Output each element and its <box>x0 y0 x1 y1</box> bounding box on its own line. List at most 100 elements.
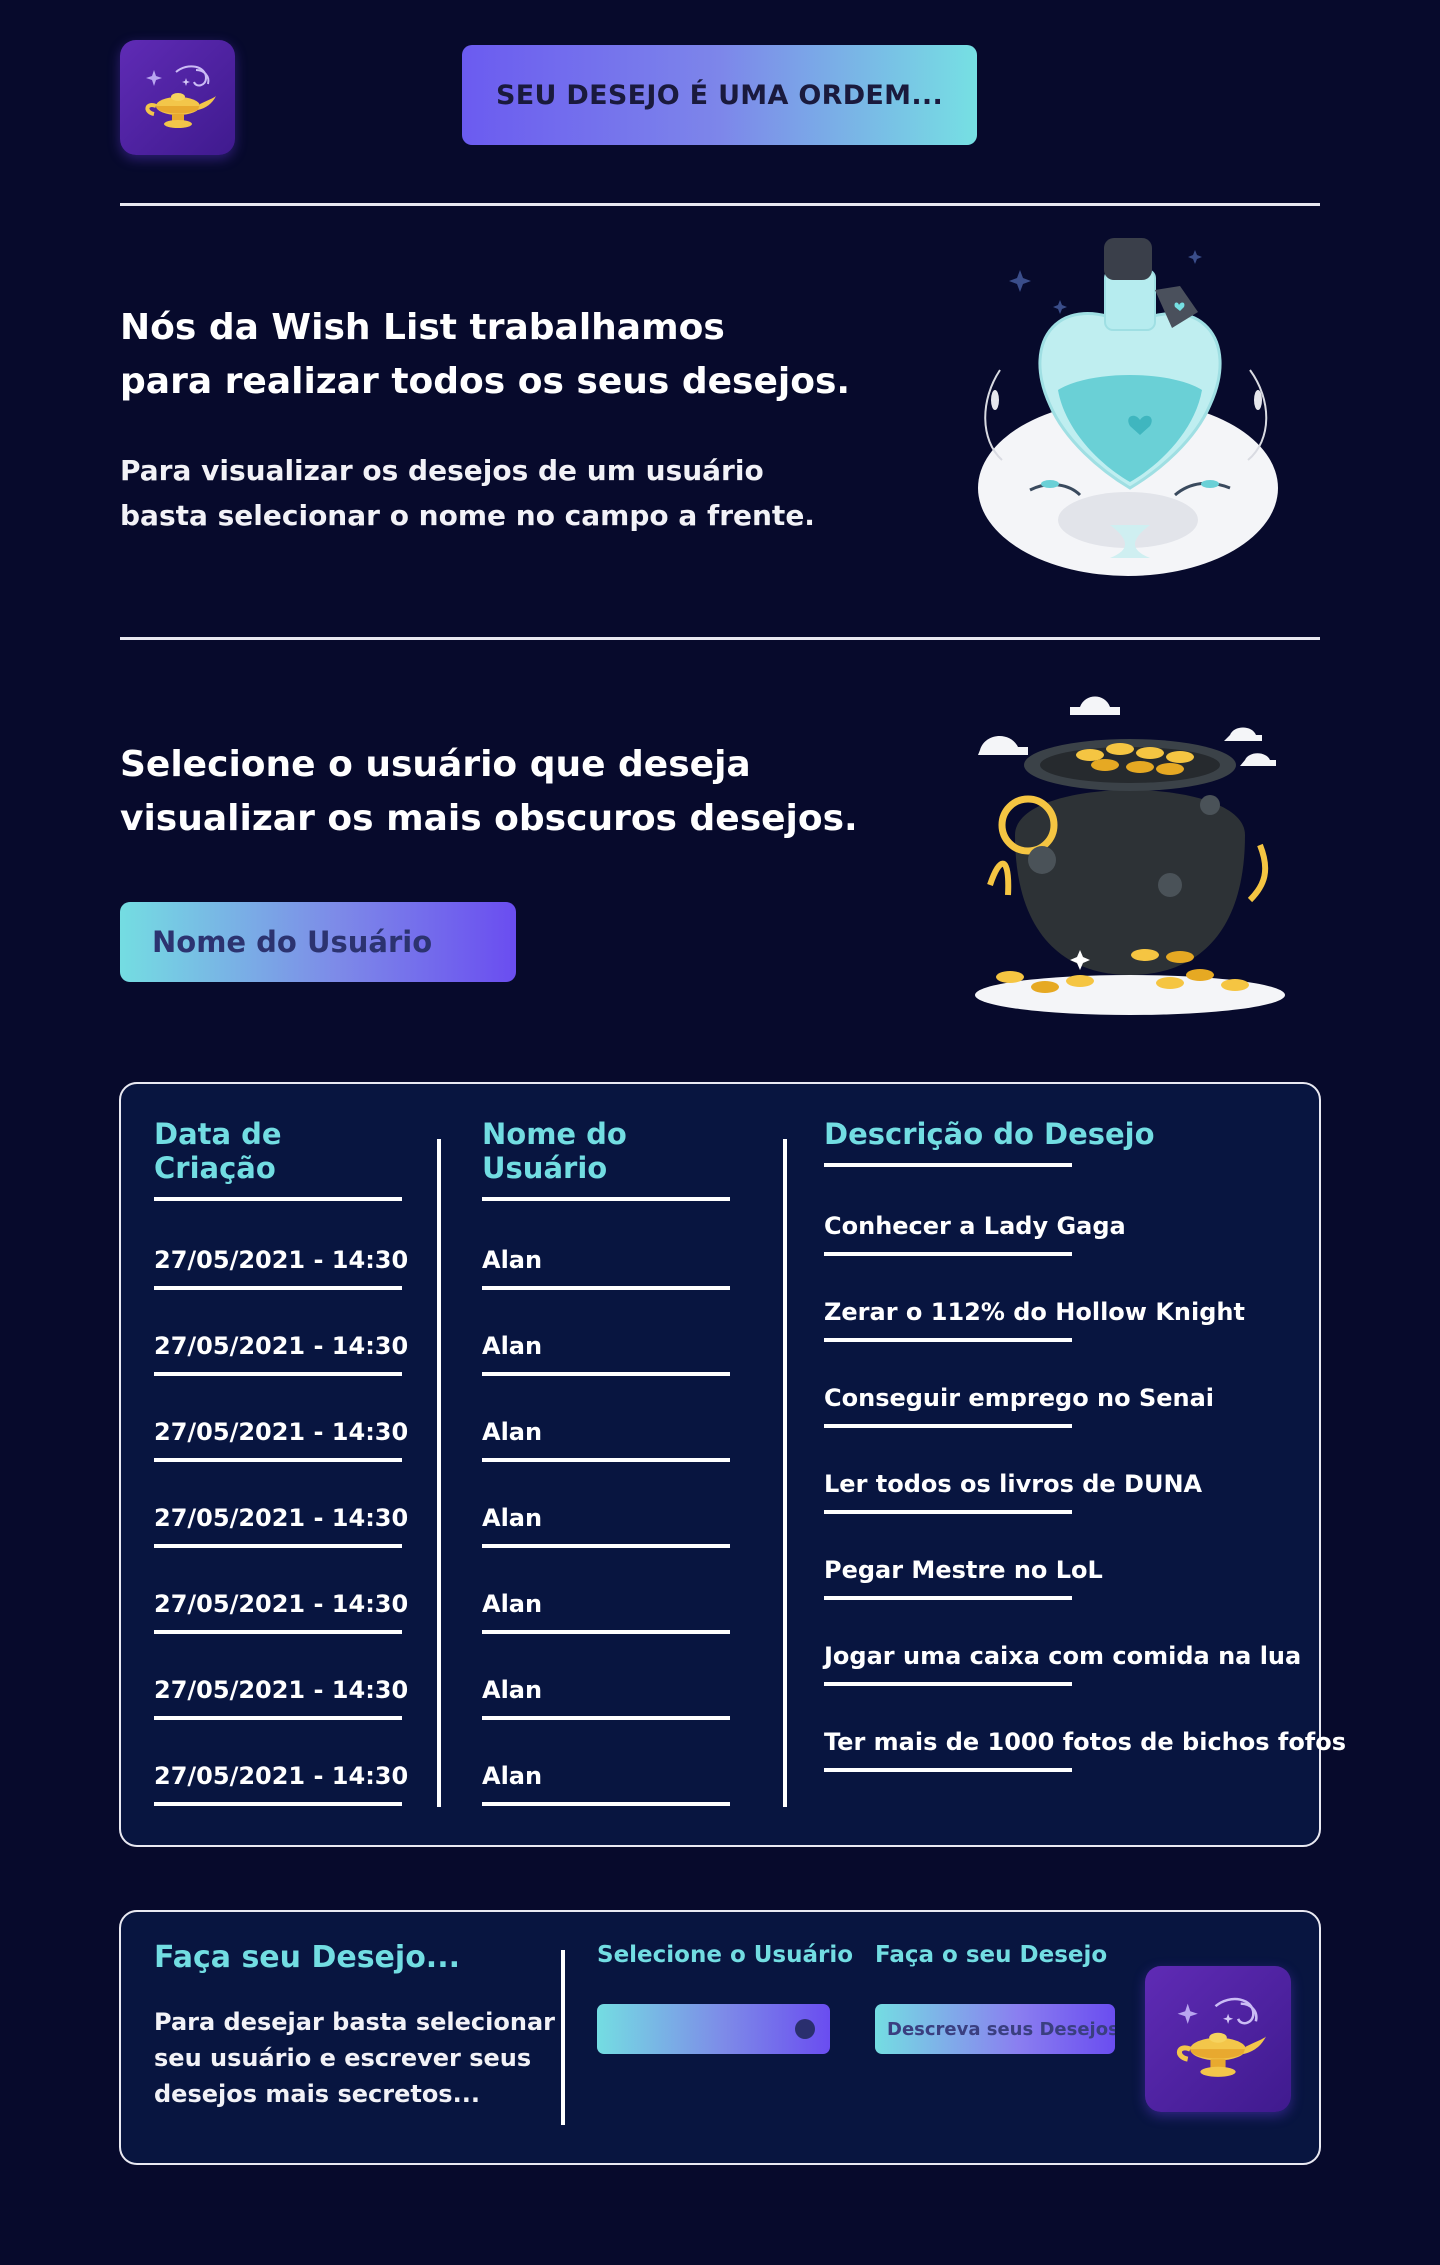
column-user: Nome do Usuário Alan Alan Alan Alan Alan… <box>482 1117 730 1806</box>
table-cell: 27/05/2021 - 14:30 <box>154 1590 409 1634</box>
cell-rule <box>824 1338 1072 1342</box>
select-knob-icon <box>795 2019 815 2039</box>
user-select[interactable]: Nome do Usuário <box>120 902 516 982</box>
cell-date: 27/05/2021 - 14:30 <box>154 1246 409 1274</box>
gold-cauldron-illustration <box>975 696 1285 1015</box>
table-cell: 27/05/2021 - 14:30 <box>154 1504 408 1548</box>
table-cell: Conhecer a Lady Gaga <box>824 1212 1304 1256</box>
table-cell: Alan <box>482 1332 730 1376</box>
cell-rule <box>154 1630 402 1634</box>
column-wish: Descrição do Desejo Conhecer a Lady Gaga… <box>824 1117 1347 1772</box>
header-rule <box>824 1163 1072 1167</box>
cell-user: Alan <box>482 1762 543 1790</box>
cell-rule <box>154 1372 402 1376</box>
table-cell: Pegar Mestre no LoL <box>824 1556 1304 1600</box>
column-header-date: Data de Criação <box>154 1117 282 1185</box>
column-header-user: Nome do Usuário <box>482 1117 627 1185</box>
cell-user: Alan <box>482 1504 543 1532</box>
wishes-table: Data de Criação 27/05/2021 - 14:30 27/05… <box>119 1082 1347 1847</box>
cell-wish: Jogar uma caixa com comida na lua <box>824 1642 1302 1670</box>
table-cell: 27/05/2021 - 14:30 <box>154 1762 409 1806</box>
intro-subtext-line: Para visualizar os desejos de um usuário <box>120 454 764 487</box>
cell-rule <box>482 1458 730 1462</box>
cell-wish: Conseguir emprego no Senai <box>824 1384 1215 1412</box>
wish-form-card: Faça seu Desejo... Para desejar basta se… <box>119 1910 1321 2165</box>
magic-lamp-icon <box>1176 1997 1266 2077</box>
wish-form-text-line: Para desejar basta selecionar <box>154 2008 555 2036</box>
cell-rule <box>824 1596 1072 1600</box>
wish-command-button[interactable]: SEU DESEJO É UMA ORDEM... <box>462 45 977 145</box>
logo[interactable] <box>120 40 235 155</box>
cell-wish: Zerar o 112% do Hollow Knight <box>824 1298 1245 1326</box>
wish-form-text: Para desejar basta selecionar seu usuári… <box>154 2004 555 2112</box>
wish-form-text-line: seu usuário e escrever seus <box>154 2044 532 2072</box>
table-cell: Alan <box>482 1246 730 1290</box>
cell-wish: Ter mais de 1000 fotos de bichos fofos <box>824 1728 1347 1756</box>
potion-bottle-illustration <box>978 238 1278 576</box>
select-headline-line: visualizar os mais obscuros desejos. <box>120 798 858 839</box>
cell-rule <box>154 1286 402 1290</box>
cell-user: Alan <box>482 1332 543 1360</box>
cell-date: 27/05/2021 - 14:30 <box>154 1590 409 1618</box>
table-cell: Ter mais de 1000 fotos de bichos fofos <box>824 1728 1347 1772</box>
magic-lamp-icon <box>145 64 216 128</box>
wish-cells: Conhecer a Lady Gaga Zerar o 112% do Hol… <box>824 1212 1347 1772</box>
form-separator <box>561 1950 565 2125</box>
divider <box>120 637 1320 640</box>
select-headline-line: Selecione o usuário que deseja <box>120 744 751 785</box>
intro-headline: Nós da Wish List trabalhamos para realiz… <box>120 301 850 409</box>
column-separator <box>437 1139 441 1807</box>
cell-rule <box>482 1716 730 1720</box>
cell-wish: Pegar Mestre no LoL <box>824 1556 1103 1584</box>
table-cell: Zerar o 112% do Hollow Knight <box>824 1298 1304 1342</box>
intro-subtext-line: basta selecionar o nome no campo a frent… <box>120 499 815 532</box>
intro-headline-line: Nós da Wish List trabalhamos <box>120 307 725 348</box>
cell-rule <box>824 1424 1072 1428</box>
user-select-value: Nome do Usuário <box>152 925 433 959</box>
divider <box>120 203 1320 206</box>
table-cell: Alan <box>482 1504 730 1548</box>
cell-rule <box>824 1768 1072 1772</box>
table-cell: Jogar uma caixa com comida na lua <box>824 1642 1304 1686</box>
wish-form-text-line: desejos mais secretos... <box>154 2080 480 2108</box>
select-user-label: Selecione o Usuário <box>597 1942 854 1968</box>
cell-date: 27/05/2021 - 14:30 <box>154 1676 409 1704</box>
intro-headline-line: para realizar todos os seus desejos. <box>120 361 851 402</box>
user-cells: Alan Alan Alan Alan Alan Alan Alan <box>482 1246 730 1806</box>
date-cells: 27/05/2021 - 14:30 27/05/2021 - 14:30 27… <box>154 1246 409 1806</box>
column-header-wish: Descrição do Desejo <box>824 1117 1155 1151</box>
cell-rule <box>154 1716 402 1720</box>
cell-rule <box>482 1544 730 1548</box>
intro-subtext: Para visualizar os desejos de um usuário… <box>120 448 815 538</box>
cell-rule <box>482 1286 730 1290</box>
table-cell: Ler todos os livros de DUNA <box>824 1470 1304 1514</box>
cell-date: 27/05/2021 - 14:30 <box>154 1418 409 1446</box>
wish-form-title: Faça seu Desejo... <box>154 1940 460 1975</box>
table-cell: 27/05/2021 - 14:30 <box>154 1418 409 1462</box>
table-cell: 27/05/2021 - 14:30 <box>154 1676 409 1720</box>
table-cell: Alan <box>482 1676 730 1720</box>
table-cell: Alan <box>482 1762 730 1806</box>
cell-rule <box>154 1802 402 1806</box>
wish-description-input[interactable] <box>875 2004 1115 2054</box>
header-rule <box>482 1197 730 1201</box>
cell-rule <box>824 1510 1072 1514</box>
cell-date: 27/05/2021 - 14:30 <box>154 1762 409 1790</box>
cell-user: Alan <box>482 1418 543 1446</box>
cell-wish: Conhecer a Lady Gaga <box>824 1212 1126 1240</box>
submit-wish-button[interactable] <box>1145 1966 1291 2112</box>
table-cell: 27/05/2021 - 14:30 <box>154 1246 409 1290</box>
cell-rule <box>154 1544 402 1548</box>
table-cell: Alan <box>482 1418 730 1462</box>
header-rule <box>154 1197 402 1201</box>
cell-rule <box>482 1630 730 1634</box>
cell-user: Alan <box>482 1676 543 1704</box>
cell-date: 27/05/2021 - 14:30 <box>154 1332 409 1360</box>
cell-rule <box>824 1252 1072 1256</box>
wish-user-select[interactable] <box>597 2004 830 2054</box>
cell-rule <box>824 1682 1072 1686</box>
column-date: Data de Criação 27/05/2021 - 14:30 27/05… <box>154 1117 409 1806</box>
table-cell: 27/05/2021 - 14:30 <box>154 1332 409 1376</box>
make-wish-label: Faça o seu Desejo <box>875 1942 1108 1968</box>
select-headline: Selecione o usuário que deseja visualiza… <box>120 738 858 846</box>
